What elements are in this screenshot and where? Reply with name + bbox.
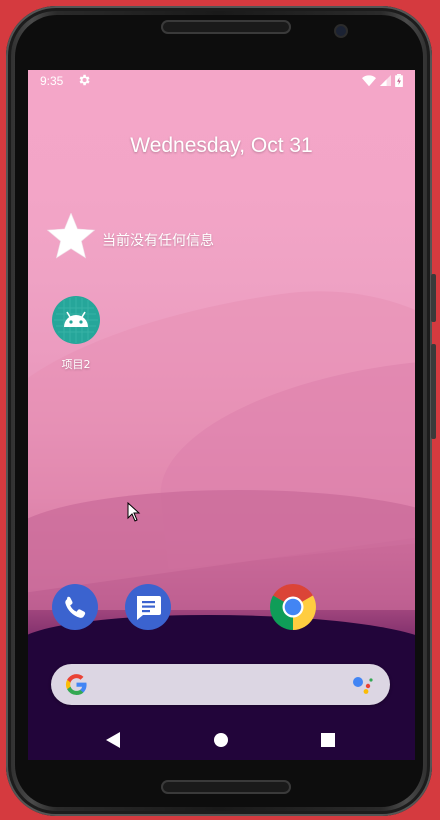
chrome-icon[interactable] bbox=[270, 584, 316, 630]
battery-icon bbox=[395, 74, 403, 90]
date-widget[interactable]: Wednesday, Oct 31 bbox=[28, 134, 415, 158]
back-icon[interactable] bbox=[103, 730, 123, 750]
gear-icon bbox=[77, 73, 91, 87]
app-label: 项目2 bbox=[61, 358, 91, 371]
status-right-icons bbox=[362, 74, 403, 90]
assistant-dots-icon[interactable] bbox=[352, 674, 374, 701]
home-screen: 9:35 Wednesday, Oct 31 当前没有任何信息 项目2 bbox=[28, 70, 415, 760]
navigation-bar bbox=[28, 720, 415, 760]
wifi-icon bbox=[362, 74, 376, 90]
google-search-bar[interactable] bbox=[51, 664, 390, 705]
signal-icon bbox=[380, 75, 391, 89]
android-icon bbox=[52, 296, 100, 348]
mouse-cursor-icon bbox=[127, 501, 141, 527]
recents-icon[interactable] bbox=[318, 730, 338, 750]
power-button[interactable] bbox=[431, 274, 436, 322]
notification-text: 当前没有任何信息 bbox=[102, 232, 214, 249]
home-icon[interactable] bbox=[211, 730, 231, 750]
status-bar: 9:35 bbox=[28, 70, 415, 92]
messages-icon[interactable] bbox=[125, 584, 171, 630]
phone-icon[interactable] bbox=[52, 584, 98, 630]
star-icon bbox=[46, 212, 96, 266]
status-time: 9:35 bbox=[40, 74, 64, 88]
app-shortcut[interactable]: 项目2 bbox=[52, 296, 100, 372]
volume-rocker[interactable] bbox=[431, 344, 436, 439]
top-speaker bbox=[161, 20, 291, 34]
bottom-speaker bbox=[161, 780, 291, 794]
google-g-icon bbox=[65, 673, 88, 701]
notification-widget[interactable]: 当前没有任何信息 bbox=[46, 212, 214, 266]
front-camera bbox=[336, 26, 346, 36]
